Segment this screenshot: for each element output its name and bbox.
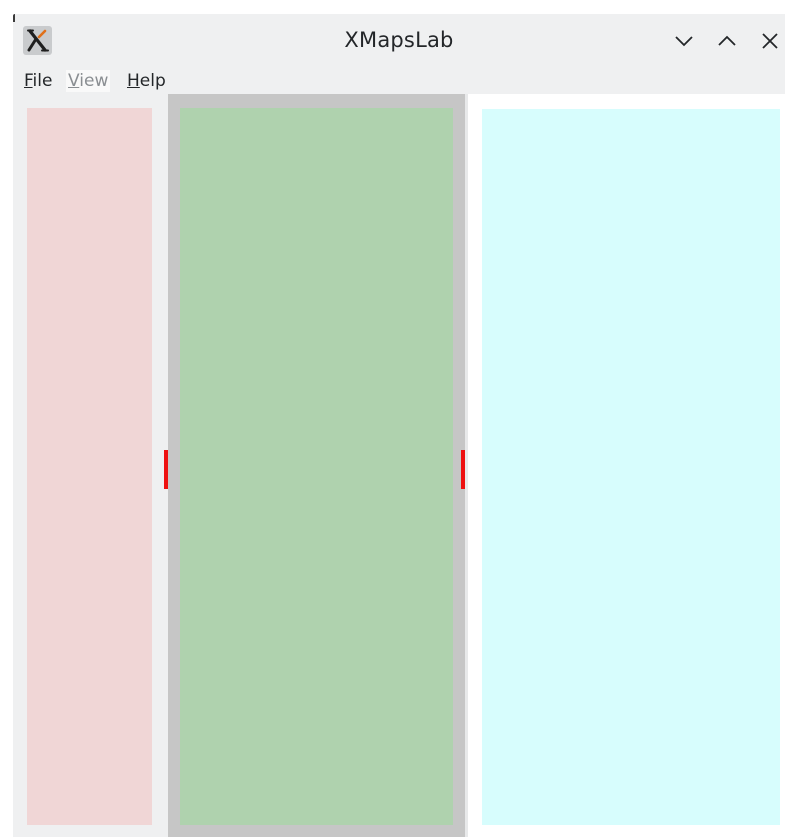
menu-help-label-rest: elp (139, 71, 166, 91)
app-window: XMapsLab File View Help (13, 14, 785, 837)
main-content (13, 94, 785, 837)
menu-file-mnemonic: F (24, 71, 33, 91)
title-bar[interactable]: XMapsLab (13, 14, 785, 66)
menu-bar: File View Help (13, 66, 785, 94)
menu-view[interactable]: View (66, 70, 111, 92)
menu-help-mnemonic: H (127, 71, 140, 91)
menu-file-label-rest: ile (32, 71, 53, 91)
minimize-button[interactable] (673, 30, 695, 52)
menu-help[interactable]: Help (125, 70, 168, 92)
left-panel (13, 94, 168, 837)
menu-file[interactable]: File (22, 70, 54, 92)
splitter-handle-right[interactable] (461, 450, 465, 489)
left-panel-area[interactable] (27, 108, 152, 825)
right-panel-area[interactable] (482, 109, 780, 825)
menu-view-label-rest: iew (79, 71, 109, 91)
middle-panel (168, 94, 465, 837)
chevron-up-icon (718, 35, 736, 46)
chevron-down-icon (675, 36, 693, 47)
maximize-button[interactable] (716, 30, 738, 52)
middle-panel-area[interactable] (180, 108, 453, 825)
right-panel (468, 94, 785, 837)
menu-view-mnemonic: V (68, 71, 80, 91)
close-icon (762, 33, 778, 49)
splitter-handle-left[interactable] (164, 450, 168, 489)
window-title: XMapsLab (344, 28, 454, 52)
close-button[interactable] (759, 30, 781, 52)
